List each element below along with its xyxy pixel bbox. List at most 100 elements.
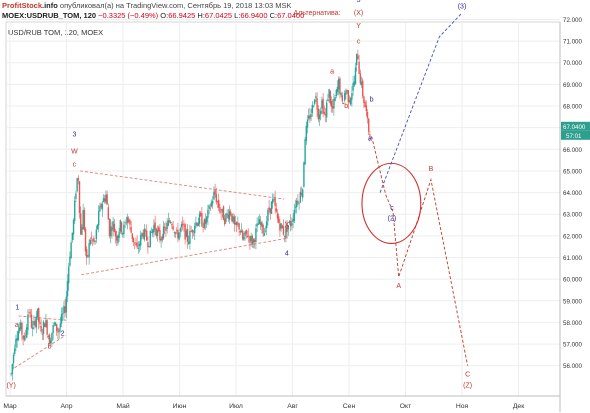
candle-body: [44, 323, 46, 327]
candle-body: [45, 320, 47, 327]
candle-body: [27, 314, 29, 330]
candle-body: [101, 203, 104, 210]
candle-body: [70, 242, 72, 259]
y-tick-label: 62.000: [563, 233, 582, 240]
price-chart[interactable]: 1ab2(Y)3WcX4ab(1)5(X)Ycbac(2)ABC(Z)(3)Ал…: [0, 0, 590, 413]
candle-body: [281, 225, 284, 229]
wave-label: A: [396, 283, 401, 290]
wave-label: b: [48, 343, 52, 350]
candle-body: [162, 226, 165, 239]
candle-body: [238, 223, 240, 230]
x-tick-label: Июн: [173, 403, 187, 410]
wave-label: (Y): [6, 382, 15, 389]
candle-body: [246, 235, 249, 237]
price-tags: 67.0400 57:01: [561, 121, 590, 140]
candle-body: [200, 212, 202, 216]
x-tick-label: Мар: [3, 403, 17, 410]
candle-body: [239, 230, 242, 233]
candle-body: [93, 238, 95, 243]
candle-body: [60, 314, 63, 324]
x-tick-label: Дек: [513, 403, 524, 410]
candle-body: [120, 222, 123, 233]
candle-body: [269, 208, 272, 213]
candle-body: [114, 231, 117, 237]
time-axis[interactable]: Мар Апр Май Июн Июл Авг Сен Окт Ноя Дек: [3, 395, 560, 410]
candle-body: [17, 330, 20, 340]
candle-body: [118, 231, 120, 238]
candle-body: [108, 218, 111, 237]
y-tick-label: 56.000: [563, 363, 582, 370]
candle-body: [252, 239, 255, 243]
candle-body: [294, 206, 297, 208]
candle-body: [51, 332, 53, 341]
candle-body: [255, 228, 257, 243]
candle-body: [190, 231, 192, 232]
candle-body: [110, 226, 112, 237]
candle-body: [335, 89, 338, 97]
candle-body: [40, 326, 42, 332]
wave-label: (2): [388, 216, 397, 223]
candle-body: [112, 221, 114, 230]
candle-body: [243, 236, 245, 240]
candle-body: [56, 324, 58, 332]
wave-label: c: [73, 162, 77, 169]
x-tick-label: Июл: [229, 403, 243, 410]
candle-body: [336, 86, 339, 93]
candle-body: [231, 213, 233, 221]
candle-body: [192, 231, 195, 232]
candle-body: [24, 335, 27, 337]
candle-body: [303, 162, 305, 187]
wave-label: b: [344, 103, 348, 110]
candle-body: [39, 322, 41, 325]
candle-body: [84, 228, 87, 252]
x-tick-label: Сен: [343, 403, 356, 410]
candle-body: [356, 53, 358, 66]
candle-body: [22, 335, 24, 339]
candle-body: [182, 223, 184, 226]
candle-body: [312, 106, 315, 108]
y-tick-label: 57.000: [563, 342, 582, 349]
candle-body: [273, 199, 275, 200]
candle-body: [33, 321, 35, 326]
candle-body: [350, 97, 352, 105]
candle-body: [202, 226, 204, 228]
candle-body: [198, 213, 201, 224]
candle-body: [328, 89, 330, 98]
last-price-text: 67.0400: [563, 124, 586, 131]
projection-blue-path: [379, 12, 463, 193]
candle-body: [196, 223, 198, 226]
candle-body: [41, 334, 44, 335]
candle-body: [237, 223, 239, 225]
candle-body: [339, 78, 341, 95]
candle-body: [311, 104, 314, 113]
candle-body: [126, 217, 129, 223]
price-axis[interactable]: 56.000 57.000 58.000 59.000 60.000 61.000 62.0…: [559, 17, 582, 412]
candle-body: [124, 222, 126, 223]
candle-body: [233, 216, 236, 225]
candle-body: [64, 306, 66, 314]
candle-body: [135, 243, 137, 245]
candle-body: [264, 230, 267, 232]
y-tick-label: 64.000: [563, 190, 582, 197]
wedge-upper-line: [18, 315, 67, 321]
candle-body: [363, 96, 365, 104]
candle-body: [10, 373, 12, 375]
candle-body: [96, 224, 99, 229]
candle-body: [234, 222, 237, 225]
candle-body: [158, 227, 160, 232]
candle-body: [194, 226, 196, 234]
candle-body: [341, 95, 344, 102]
y-tick-label: 70.000: [563, 60, 582, 67]
candle-body: [47, 336, 50, 337]
y-tick-label: 72.000: [563, 17, 582, 24]
candle-body: [191, 230, 194, 233]
candle-body: [222, 206, 225, 221]
candle-body: [164, 227, 166, 228]
candle-body: [315, 96, 317, 99]
candle-body: [177, 229, 179, 239]
candle-body: [318, 114, 321, 120]
candle-body: [338, 78, 340, 90]
candle-body: [225, 213, 227, 222]
candle-body: [272, 199, 274, 204]
candle-body: [170, 222, 172, 223]
